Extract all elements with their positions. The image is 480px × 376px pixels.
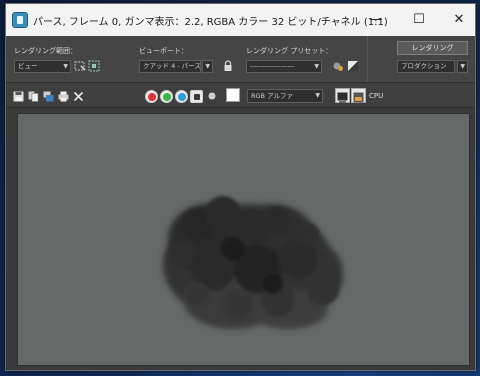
chevron-down-icon: ▼ bbox=[63, 63, 68, 70]
toggle-ui-overlay-icon[interactable] bbox=[335, 88, 350, 103]
red-channel-icon bbox=[147, 92, 156, 101]
save-icon[interactable] bbox=[12, 90, 24, 102]
clone-window-icon[interactable] bbox=[42, 90, 54, 102]
alpha-channel-toggle[interactable] bbox=[190, 90, 203, 103]
chevron-down-icon: ▼ bbox=[314, 63, 319, 70]
viewport-dropdown[interactable]: クアッド 4 - パース bbox=[139, 60, 201, 73]
window-title: パース, フレーム 0, ガンマ表示：2.2, RGBA カラー 32 ビット/… bbox=[33, 17, 388, 28]
red-channel-toggle[interactable] bbox=[145, 90, 158, 103]
monochrome-toggle[interactable] bbox=[206, 90, 218, 102]
chevron-down-icon: ▼ bbox=[205, 63, 210, 70]
render-area-value: ビュー bbox=[18, 62, 38, 70]
copy-icon[interactable] bbox=[27, 90, 39, 102]
preset-dropdown[interactable]: ------------------- ▼ bbox=[246, 60, 322, 73]
clear-icon[interactable] bbox=[72, 90, 84, 102]
toolbar-divider bbox=[367, 36, 368, 82]
toggle-ui-icon[interactable] bbox=[351, 88, 366, 103]
color-swatch[interactable] bbox=[226, 88, 240, 102]
production-dropdown[interactable]: プロダクション bbox=[397, 60, 455, 73]
lock-icon[interactable] bbox=[222, 60, 234, 72]
production-dropdown-arrow[interactable]: ▼ bbox=[457, 60, 468, 73]
render-area-label: レンダリング範囲： bbox=[14, 47, 77, 55]
close-button[interactable]: ✕ bbox=[440, 4, 475, 36]
environment-icon[interactable] bbox=[347, 60, 359, 72]
render-settings-toolbar: レンダリング範囲： ビュー ▼ ビューポート： クアッド 4 - パース ▼ レン… bbox=[6, 36, 475, 82]
chevron-down-icon: ▼ bbox=[460, 63, 465, 70]
render-viewport[interactable] bbox=[17, 113, 470, 366]
viewport-value: クアッド 4 - パース bbox=[143, 62, 201, 70]
green-channel-icon bbox=[162, 92, 171, 101]
blue-channel-icon bbox=[177, 92, 186, 101]
render-area-dropdown[interactable]: ビュー ▼ bbox=[14, 60, 71, 73]
green-channel-toggle[interactable] bbox=[160, 90, 173, 103]
app-icon bbox=[12, 12, 28, 28]
frame-buffer-toolbar: RGB アルファ ▼ CPU bbox=[6, 82, 475, 108]
render-setup-icon[interactable] bbox=[332, 60, 344, 72]
viewport-label: ビューポート： bbox=[139, 47, 188, 55]
cpu-label: CPU bbox=[369, 92, 384, 100]
maximize-button[interactable]: ☐ bbox=[400, 4, 438, 36]
title-bar[interactable]: パース, フレーム 0, ガンマ表示：2.2, RGBA カラー 32 ビット/… bbox=[6, 4, 475, 36]
channel-value: RGB アルファ bbox=[251, 92, 294, 100]
preset-value: ------------------- bbox=[250, 62, 295, 70]
print-icon[interactable] bbox=[57, 90, 69, 102]
production-value: プロダクション bbox=[401, 62, 447, 70]
render-frame-window: パース, フレーム 0, ガンマ表示：2.2, RGBA カラー 32 ビット/… bbox=[5, 3, 476, 371]
viewport-dropdown-arrow[interactable]: ▼ bbox=[202, 60, 213, 73]
minimize-button[interactable]: — bbox=[357, 4, 395, 36]
smoke-render-image bbox=[163, 196, 343, 329]
render-viewport-frame bbox=[6, 108, 475, 370]
chevron-down-icon: ▼ bbox=[315, 92, 320, 99]
auto-region-icon[interactable] bbox=[88, 60, 100, 72]
alpha-channel-icon bbox=[193, 93, 200, 100]
blue-channel-toggle[interactable] bbox=[175, 90, 188, 103]
render-button[interactable]: レンダリング bbox=[397, 41, 468, 55]
preset-label: レンダリング プリセット： bbox=[246, 47, 333, 55]
edit-region-icon[interactable] bbox=[74, 60, 86, 72]
channel-dropdown[interactable]: RGB アルファ ▼ bbox=[247, 89, 323, 103]
